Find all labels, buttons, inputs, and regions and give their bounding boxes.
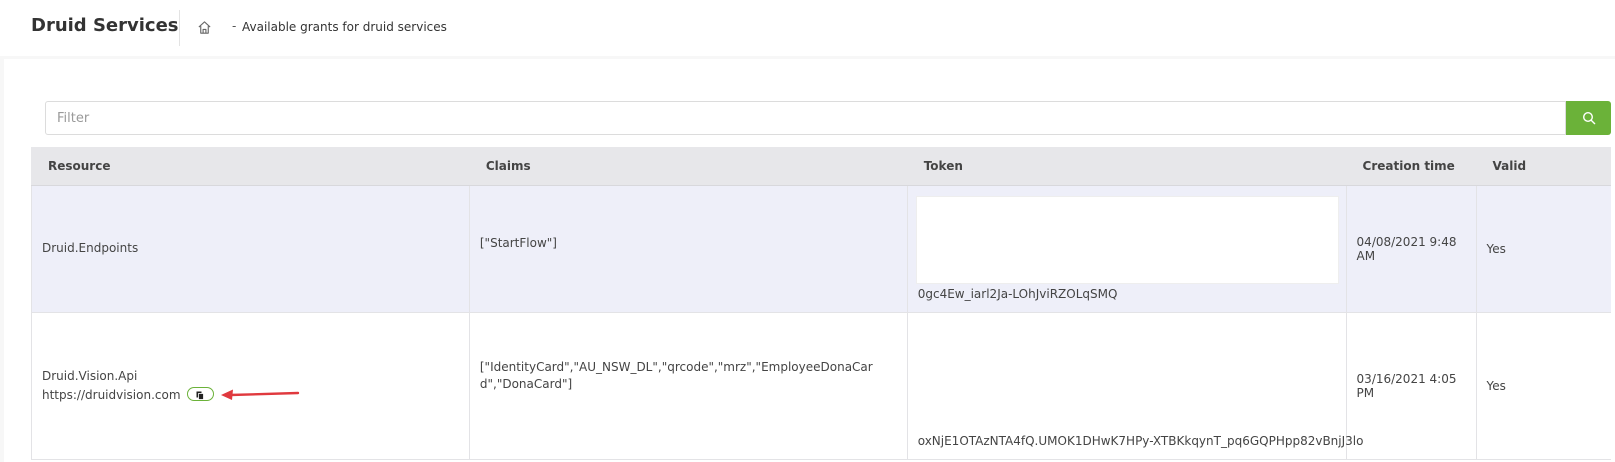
column-header-valid[interactable]: Valid — [1475, 147, 1611, 186]
resource-name: Druid.Vision.Api — [42, 368, 138, 383]
resource-name: Druid.Endpoints — [42, 241, 139, 255]
token-box — [915, 195, 1339, 284]
creation-time-cell: 04/08/2021 9:48 AM — [1345, 185, 1477, 313]
column-header-resource[interactable]: Resource — [31, 147, 470, 186]
token-cell: 0gc4Ew_iarl2Ja-LOhJviRZOLqSMQ — [906, 185, 1347, 313]
breadcrumb-current: Available grants for druid services — [242, 20, 447, 34]
token-text: 0gc4Ew_iarl2Ja-LOhJviRZOLqSMQ — [917, 286, 1118, 301]
claims-text: ["StartFlow"] — [479, 235, 557, 250]
resource-cell: Druid.Endpoints — [31, 185, 470, 313]
top-bar: Druid Services - Available grants for dr… — [0, 0, 1615, 56]
breadcrumb-separator: - — [232, 19, 237, 33]
column-header-token[interactable]: Token — [906, 147, 1347, 186]
copy-glyph — [196, 391, 204, 400]
page-title: Druid Services — [31, 15, 179, 36]
token-text: oxNjE1OTAzNTA4fQ.UMOK1DHwK7HPy-XTBKkqynT… — [917, 433, 1364, 448]
header-divider — [179, 10, 180, 46]
search-button[interactable] — [1566, 101, 1611, 135]
search-icon — [1582, 111, 1595, 125]
copy-icon[interactable] — [186, 387, 214, 401]
token-cell: oxNjE1OTAzNTA4fQ.UMOK1DHwK7HPy-XTBKkqynT… — [906, 312, 1363, 460]
creation-time-cell: 03/16/2021 4:05 PM — [1345, 312, 1477, 460]
resource-url[interactable]: https://druidvision.com — [42, 388, 181, 402]
valid-cell: Yes — [1475, 312, 1611, 460]
valid-cell: Yes — [1475, 185, 1611, 313]
column-header-creation-time[interactable]: Creation time — [1345, 147, 1477, 186]
table-row[interactable]: Druid.Endpoints ["StartFlow"] 0gc4Ew_iar… — [31, 185, 1611, 313]
filter-input[interactable] — [45, 101, 1566, 135]
table-header-row: Resource Claims Token Creation time Vali… — [31, 147, 1611, 186]
annotation-arrow — [221, 389, 300, 400]
home-icon[interactable] — [197, 20, 212, 35]
column-header-claims[interactable]: Claims — [468, 147, 908, 186]
claims-cell: ["IdentityCard","AU_NSW_DL","qrcode","mr… — [468, 312, 908, 460]
grants-table: Resource Claims Token Creation time Vali… — [31, 147, 1611, 460]
claims-text: ["IdentityCard","AU_NSW_DL","qrcode","mr… — [479, 359, 873, 391]
claims-cell: ["StartFlow"] — [468, 185, 908, 313]
